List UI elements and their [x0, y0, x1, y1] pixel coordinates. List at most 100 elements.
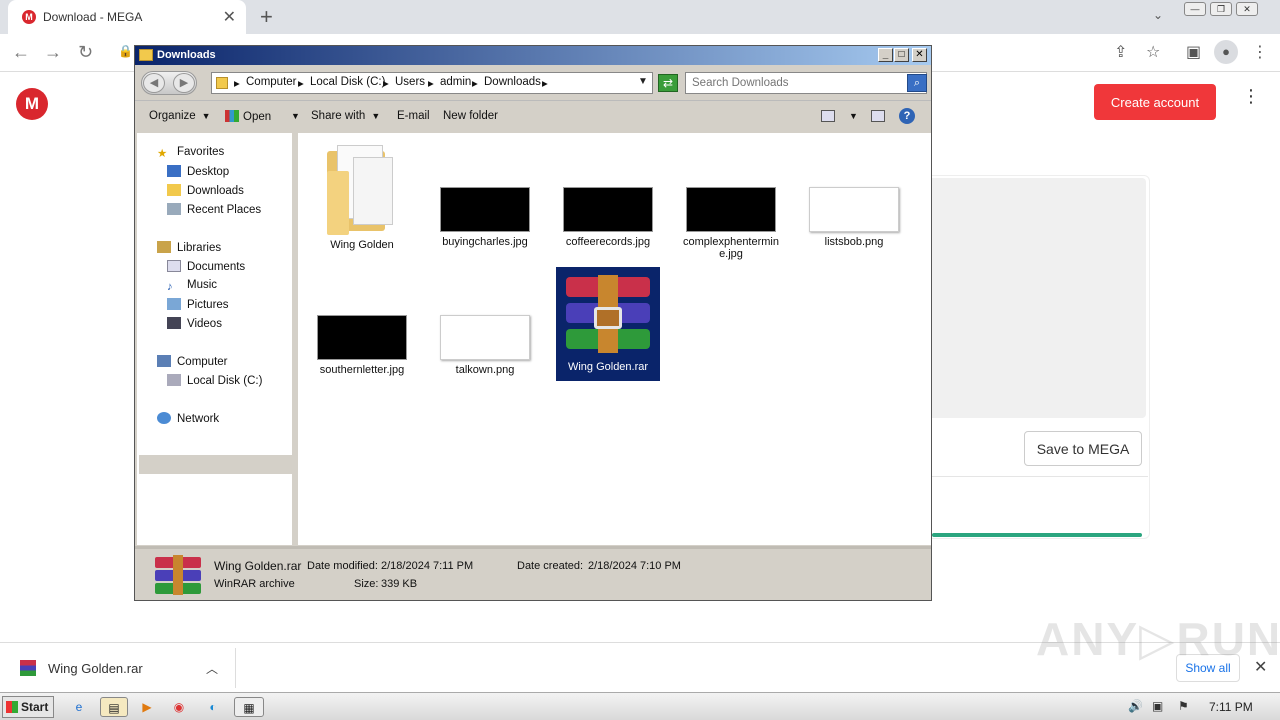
explorer-close-button[interactable]: ✕	[912, 48, 927, 62]
view-dropdown-icon[interactable]: ▼	[843, 110, 858, 122]
file-name: talkown.png	[455, 364, 515, 376]
explorer-title-bar[interactable]: Downloads _ □ ✕	[135, 46, 931, 65]
download-item[interactable]: Wing Golden.rar ︿	[8, 648, 236, 688]
nav-music[interactable]: ♪ Music	[167, 279, 217, 293]
mega-logo[interactable]: M	[16, 88, 48, 120]
forward-icon[interactable]: ▶	[173, 73, 195, 93]
organize-button[interactable]: Organize ▼	[149, 110, 211, 122]
nav-pictures[interactable]: Pictures	[167, 298, 229, 311]
file-item-folder[interactable]: Wing Golden	[310, 141, 414, 251]
nav-local-disk[interactable]: Local Disk (C:)	[167, 374, 262, 387]
chevron-up-icon[interactable]: ︿	[206, 660, 218, 677]
nav-selection-highlight	[139, 455, 295, 474]
breadcrumb-admin[interactable]: admin	[440, 76, 471, 88]
minimize-window-button[interactable]: —	[1184, 2, 1206, 16]
nav-label: Downloads	[187, 185, 244, 197]
nav-label: Desktop	[187, 166, 230, 178]
nav-network[interactable]: Network	[157, 412, 219, 425]
app-taskbar-icon[interactable]: ▦	[234, 697, 264, 717]
explorer-minimize-button[interactable]: _	[878, 48, 893, 62]
file-item-rar-selected[interactable]: Wing Golden.rar	[556, 267, 660, 381]
file-item-image[interactable]: listsbob.png	[802, 187, 906, 248]
image-thumbnail-icon	[440, 315, 530, 360]
taskbar-clock[interactable]: 7:11 PM	[1209, 700, 1253, 714]
open-button[interactable]: Open	[225, 110, 271, 123]
ie-icon[interactable]: e	[68, 697, 90, 717]
profile-avatar-icon[interactable]: ●	[1214, 40, 1238, 64]
breadcrumb-chevron-icon[interactable]: ▸	[428, 76, 434, 90]
nav-documents[interactable]: Documents	[167, 260, 245, 273]
breadcrumb-local-disk[interactable]: Local Disk (C:)	[310, 76, 385, 88]
chrome-icon[interactable]: ◉	[168, 697, 190, 717]
breadcrumb[interactable]: ▸ Computer ▸ Local Disk (C:) ▸ Users ▸ a…	[211, 72, 653, 94]
back-icon[interactable]: ◀	[143, 73, 165, 93]
network-tray-icon[interactable]: ▣	[1152, 699, 1163, 713]
new-folder-button[interactable]: New folder	[443, 110, 498, 122]
breadcrumb-chevron-icon[interactable]: ▸	[542, 76, 548, 90]
documents-icon	[167, 260, 181, 272]
back-arrow-icon[interactable]: ←	[12, 42, 30, 63]
close-window-button[interactable]: ✕	[1236, 2, 1258, 16]
bookmark-star-icon[interactable]: ☆	[1146, 42, 1160, 62]
nav-libraries[interactable]: Libraries	[157, 241, 221, 254]
browser-tab[interactable]: M Download - MEGA ✕	[8, 0, 246, 34]
open-dropdown-icon[interactable]: ▼	[285, 110, 300, 122]
pictures-icon	[167, 298, 181, 310]
save-to-mega-button[interactable]: Save to MEGA	[1024, 431, 1142, 466]
change-view-icon[interactable]	[821, 110, 835, 122]
refresh-icon[interactable]: ⇄	[658, 74, 678, 92]
breadcrumb-chevron-icon[interactable]: ▸	[472, 76, 478, 90]
share-with-button[interactable]: Share with ▼	[311, 110, 380, 122]
nav-desktop[interactable]: Desktop	[167, 165, 229, 178]
explorer-window: Downloads _ □ ✕ ◀ ▶ ▸ Computer ▸ Local D…	[134, 45, 932, 601]
search-icon[interactable]: ⌕	[907, 74, 927, 92]
new-tab-button[interactable]: +	[260, 4, 273, 30]
file-item-image[interactable]: southernletter.jpg	[310, 315, 414, 376]
browser-menu-icon[interactable]: ⋮	[1252, 42, 1268, 62]
address-dropdown-icon[interactable]: ▼	[638, 76, 648, 87]
edge-icon[interactable]: ◐	[202, 697, 224, 717]
tab-close-button[interactable]: ✕	[223, 7, 236, 27]
share-icon[interactable]: ⇪	[1114, 42, 1127, 62]
breadcrumb-computer[interactable]: Computer	[246, 76, 297, 88]
file-item-image[interactable]: coffeerecords.jpg	[556, 187, 660, 248]
nav-videos[interactable]: Videos	[167, 317, 222, 330]
taskbar: Start e ▤ ▶ ◉ ◐ ▦ 🔊 ▣ ⚑ 7:11 PM	[0, 692, 1280, 720]
breadcrumb-chevron-icon[interactable]: ▸	[383, 76, 389, 90]
media-player-icon[interactable]: ▶	[136, 697, 158, 717]
create-account-button[interactable]: Create account	[1094, 84, 1216, 120]
breadcrumb-downloads[interactable]: Downloads	[484, 76, 541, 88]
explorer-taskbar-icon[interactable]: ▤	[100, 697, 128, 717]
forward-arrow-icon[interactable]: →	[44, 42, 62, 63]
nav-downloads[interactable]: Downloads	[167, 184, 244, 197]
nav-recent-places[interactable]: Recent Places	[167, 203, 261, 216]
reload-icon[interactable]: ↻	[78, 42, 93, 63]
breadcrumb-users[interactable]: Users	[395, 76, 425, 88]
help-icon[interactable]: ?	[899, 108, 915, 124]
file-item-image[interactable]: talkown.png	[433, 315, 537, 376]
action-center-flag-icon[interactable]: ⚑	[1178, 699, 1189, 713]
email-button[interactable]: E-mail	[397, 110, 430, 122]
breadcrumb-chevron-icon[interactable]: ▸	[234, 76, 240, 90]
lock-icon[interactable]: 🔒	[118, 44, 133, 58]
restore-window-button[interactable]: ❐	[1210, 2, 1232, 16]
file-name: Wing Golden.rar	[567, 361, 649, 373]
file-item-image[interactable]: buyingcharles.jpg	[433, 187, 537, 248]
recent-places-icon	[167, 203, 181, 215]
file-preview-area	[920, 178, 1146, 418]
preview-pane-icon[interactable]	[871, 110, 885, 122]
explorer-maximize-button[interactable]: □	[894, 48, 909, 62]
search-input[interactable]	[685, 72, 927, 94]
start-button[interactable]: Start	[2, 696, 54, 718]
breadcrumb-chevron-icon[interactable]: ▸	[298, 76, 304, 90]
file-item-image[interactable]: complexphentermine.jpg	[679, 187, 783, 260]
volume-icon[interactable]: 🔊	[1128, 699, 1143, 713]
download-item-name: Wing Golden.rar	[48, 661, 143, 676]
page-menu-icon[interactable]: ⋮	[1242, 87, 1260, 105]
nav-computer[interactable]: Computer	[157, 355, 228, 368]
videos-icon	[167, 317, 181, 329]
tab-search-chevron-icon[interactable]: ⌄	[1153, 8, 1163, 22]
side-panel-icon[interactable]: ▣	[1186, 42, 1201, 62]
nav-label: Libraries	[177, 242, 222, 254]
nav-favorites[interactable]: ★ Favorites	[157, 146, 224, 160]
